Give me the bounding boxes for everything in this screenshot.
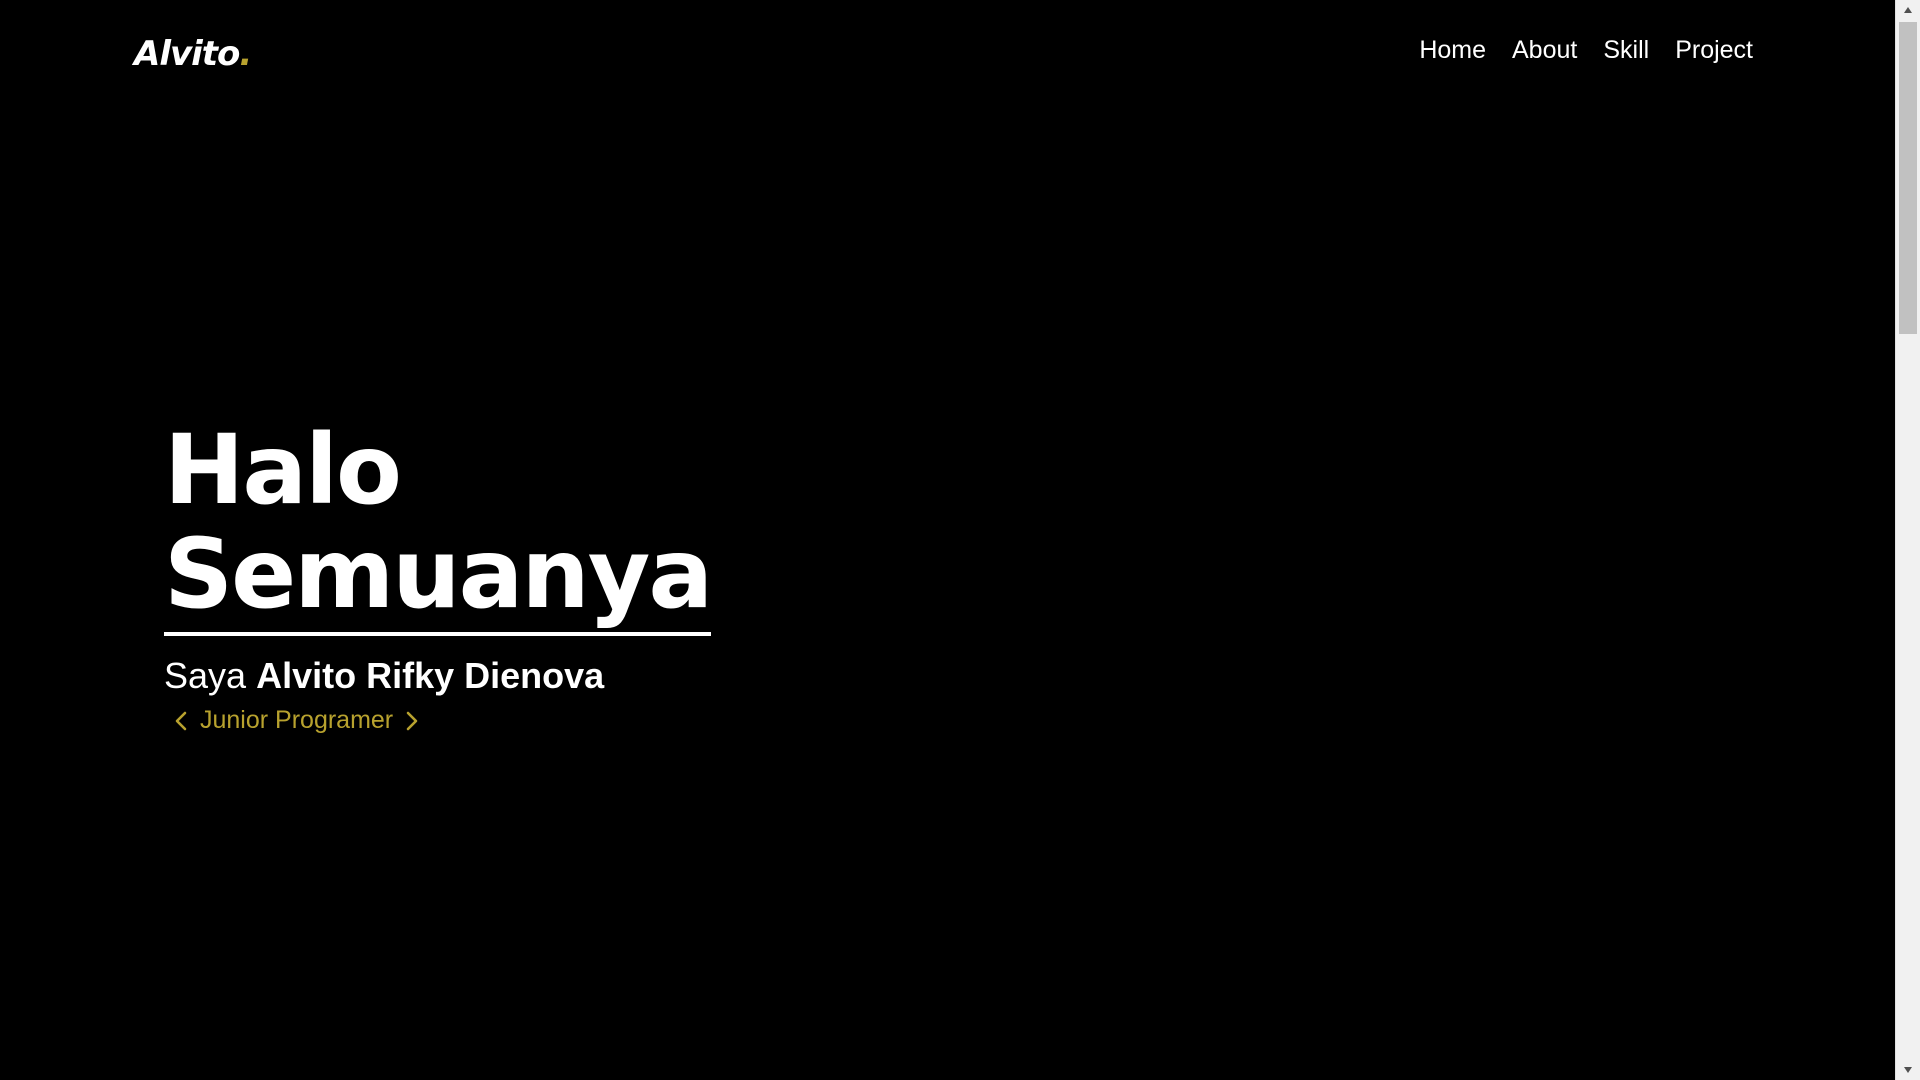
nav-link-home[interactable]: Home — [1419, 34, 1486, 66]
brand-dot: . — [239, 34, 252, 74]
scroll-down-arrow-icon[interactable] — [1896, 1060, 1920, 1080]
hero-title: Halo Semuanya — [164, 418, 1064, 636]
chevron-right-icon — [401, 707, 423, 735]
nav-link-about[interactable]: About — [1512, 34, 1577, 66]
role-text: Junior Programer — [200, 706, 394, 734]
vertical-scrollbar[interactable] — [1895, 0, 1920, 1080]
hero-title-line-1: Halo — [164, 414, 402, 526]
main-nav: Home About Skill Project — [1419, 34, 1753, 66]
brand-logo[interactable]: Alvito. — [134, 34, 252, 74]
brand-text: Alvito — [134, 34, 240, 74]
nav-link-project[interactable]: Project — [1675, 34, 1753, 66]
scroll-up-arrow-icon[interactable] — [1896, 0, 1920, 20]
chevron-left-icon — [170, 707, 192, 735]
page: Alvito. Home About Skill Project Halo Se… — [0, 0, 1895, 1080]
hero-title-line-2: Semuanya — [164, 522, 713, 636]
hero-intro: Saya Alvito Rifky Dienova — [164, 654, 1064, 698]
scrollbar-thumb[interactable] — [1899, 22, 1917, 334]
intro-prefix: Saya — [164, 655, 247, 696]
nav-link-skill[interactable]: Skill — [1603, 34, 1649, 66]
intro-name: Alvito Rifky Dienova — [256, 655, 605, 696]
hero-section: Halo Semuanya Saya Alvito Rifky Dienova … — [164, 418, 1064, 735]
navbar: Alvito. Home About Skill Project — [0, 0, 1895, 100]
role-line: Junior Programer — [164, 706, 1064, 735]
